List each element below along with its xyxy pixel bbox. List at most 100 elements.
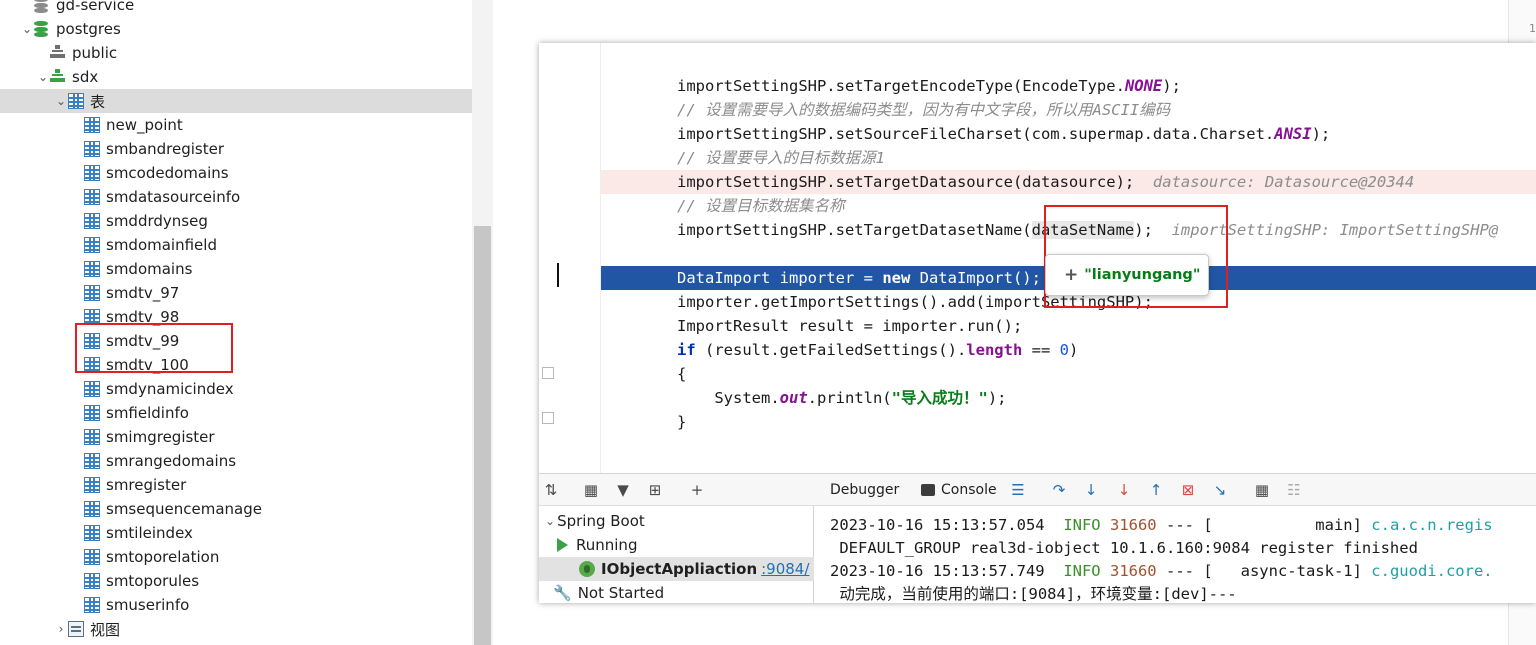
tree-item-label: smtileindex [106,524,193,542]
tree-item[interactable]: smdtv_98 [0,305,472,329]
debug-bug-icon [579,561,595,577]
chevron-down-icon[interactable]: ⌄ [20,22,34,36]
tree-scrollbar-thumb[interactable] [474,226,491,645]
chevron-right-icon[interactable]: › [54,622,68,636]
tree-item[interactable]: smrangedomains [0,449,472,473]
variable-value-tooltip[interactable]: + "lianyungang" [1045,254,1209,296]
tree-item[interactable]: smtoporelation [0,545,472,569]
code-line[interactable]: } [601,410,1536,434]
tree-item[interactable]: new_point [0,113,472,137]
tree-item[interactable]: › 视图 [0,617,472,641]
tab-debugger[interactable]: Debugger [830,474,899,506]
table-icon [84,429,100,445]
table-icon [84,573,100,589]
tree-scrollbar[interactable] [472,0,493,645]
fold-marker-open[interactable] [542,367,554,379]
tree-item[interactable]: public [0,41,472,65]
tree-item[interactable]: smdtv_97 [0,281,472,305]
code-line[interactable]: if (result.getFailedSettings().length ==… [601,338,1536,362]
code-text: importSettingSHP.setSourceFileCharset(co… [677,125,1275,143]
filter-icon[interactable]: ▼ [613,480,633,500]
add-service-icon[interactable]: + [687,480,707,500]
code-line[interactable]: importSettingSHP.setSourceFileCharset(co… [601,122,1536,146]
tree-item[interactable]: smdomains [0,257,472,281]
not-started-node[interactable]: 🔧 Not Started [539,581,814,603]
log-pid: 31660 [1109,516,1157,534]
tree-item[interactable]: smbandregister [0,137,472,161]
code-text: .println( [807,389,892,407]
tree-item[interactable]: smddrdynseg [0,209,472,233]
tree-item[interactable]: smfieldinfo [0,401,472,425]
running-label: Running [576,536,638,554]
app-port-link[interactable]: :9084/ [761,560,809,578]
editor-gutter[interactable] [539,43,601,473]
run-to-cursor-icon[interactable]: ↘ [1210,480,1230,500]
app-node[interactable]: IObjectAppliaction :9084/ [539,557,814,581]
code-number: 0 [1059,341,1069,359]
chevron-down-icon[interactable]: ⌄ [54,94,68,108]
step-into-icon[interactable]: ↓ [1081,480,1101,500]
tree-item[interactable]: smtileindex [0,521,472,545]
tree-item[interactable]: smcodedomains [0,161,472,185]
tree-item[interactable]: smuserinfo [0,593,472,617]
tooltip-value: "lianyungang" [1084,267,1201,283]
menu-lines-icon[interactable]: ☰ [1008,480,1028,500]
tree-item[interactable]: ⌄ 表 [0,89,472,113]
chevron-down-icon[interactable]: ⌄ [36,70,50,84]
spring-boot-node[interactable]: ⌄ Spring Boot [539,509,814,533]
code-line[interactable]: importSettingSHP.setTargetDatasource(dat… [601,170,1536,194]
tree-item[interactable]: smdynamicindex [0,377,472,401]
code-line[interactable]: // 设置需要导入的数据编码类型，因为有中文字段，所以用ASCII编码 [601,98,1536,122]
force-step-into-icon[interactable]: ↓ [1114,480,1134,500]
tree-item[interactable]: smtoporules [0,569,472,593]
running-node[interactable]: Running [539,533,814,557]
code-comment: // 设置需要导入的数据编码类型，因为有中文字段，所以用ASCII编码 [677,101,1171,119]
code-editor[interactable]: importSettingSHP.setTargetEncodeType(Enc… [539,43,1536,473]
trace-icon[interactable]: ☷ [1284,480,1304,500]
console-line: 2023-10-16 15:13:57.749 INFO 31660 --- [… [830,560,1493,583]
evaluate-expression-icon[interactable]: ▦ [1252,480,1272,500]
new-tab-icon[interactable]: ⊞ [645,480,665,500]
code-text: ); [1162,77,1181,95]
code-line[interactable]: System.out.println("导入成功！"); [601,386,1536,410]
code-line[interactable]: ImportResult result = importer.run(); [601,314,1536,338]
ide-window: importSettingSHP.setTargetEncodeType(Enc… [539,43,1536,603]
code-constant: NONE [1124,77,1163,95]
group-by-icon[interactable]: ▦ [581,480,601,500]
tree-item-label: smregister [106,476,187,494]
code-line[interactable]: // 设置要导入的目标数据源1 [601,146,1536,170]
code-line[interactable]: { [601,362,1536,386]
tree-item-label: smtoporelation [106,548,220,566]
tree-item[interactable]: smimgregister [0,425,472,449]
tree-item[interactable]: smdtv_99 [0,329,472,353]
tab-console-label: Console [941,482,997,498]
tree-item-label: smdomainfield [106,236,217,254]
drop-frame-icon[interactable]: ⊠ [1178,480,1198,500]
tree-item[interactable]: ⌄ sdx [0,65,472,89]
services-toolbar: ⇅ ▦ ▼ ⊞ + [539,474,814,506]
collapse-all-icon[interactable]: ⇅ [541,480,561,500]
tree-item[interactable]: smdatasourceinfo [0,185,472,209]
step-out-icon[interactable]: ↑ [1146,480,1166,500]
tree-item[interactable]: ⌄ postgres [0,17,472,41]
schema-green-icon [50,69,66,85]
code-text: { [677,365,687,383]
code-line[interactable]: importSettingSHP.setTargetEncodeType(Enc… [601,74,1536,98]
tree-item[interactable]: gd-service [0,0,472,17]
tab-debugger-label: Debugger [830,482,900,498]
tree-item[interactable]: › [0,641,472,645]
tree-item[interactable]: smsequencemanage [0,497,472,521]
tree-item[interactable]: smdtv_100 [0,353,472,377]
fold-marker-close[interactable] [542,412,554,424]
tree-item[interactable]: smdomainfield [0,233,472,257]
tree-item[interactable]: smregister [0,473,472,497]
expand-plus-icon[interactable]: + [1064,265,1078,285]
code-text: importSettingSHP.setTargetDatasetName( [677,221,1032,239]
console-line: DEFAULT_GROUP real3d-iobject 10.1.6.160:… [830,537,1418,560]
table-icon [84,213,100,229]
tab-console[interactable]: Console [921,474,997,506]
step-over-icon[interactable]: ↷ [1049,480,1069,500]
